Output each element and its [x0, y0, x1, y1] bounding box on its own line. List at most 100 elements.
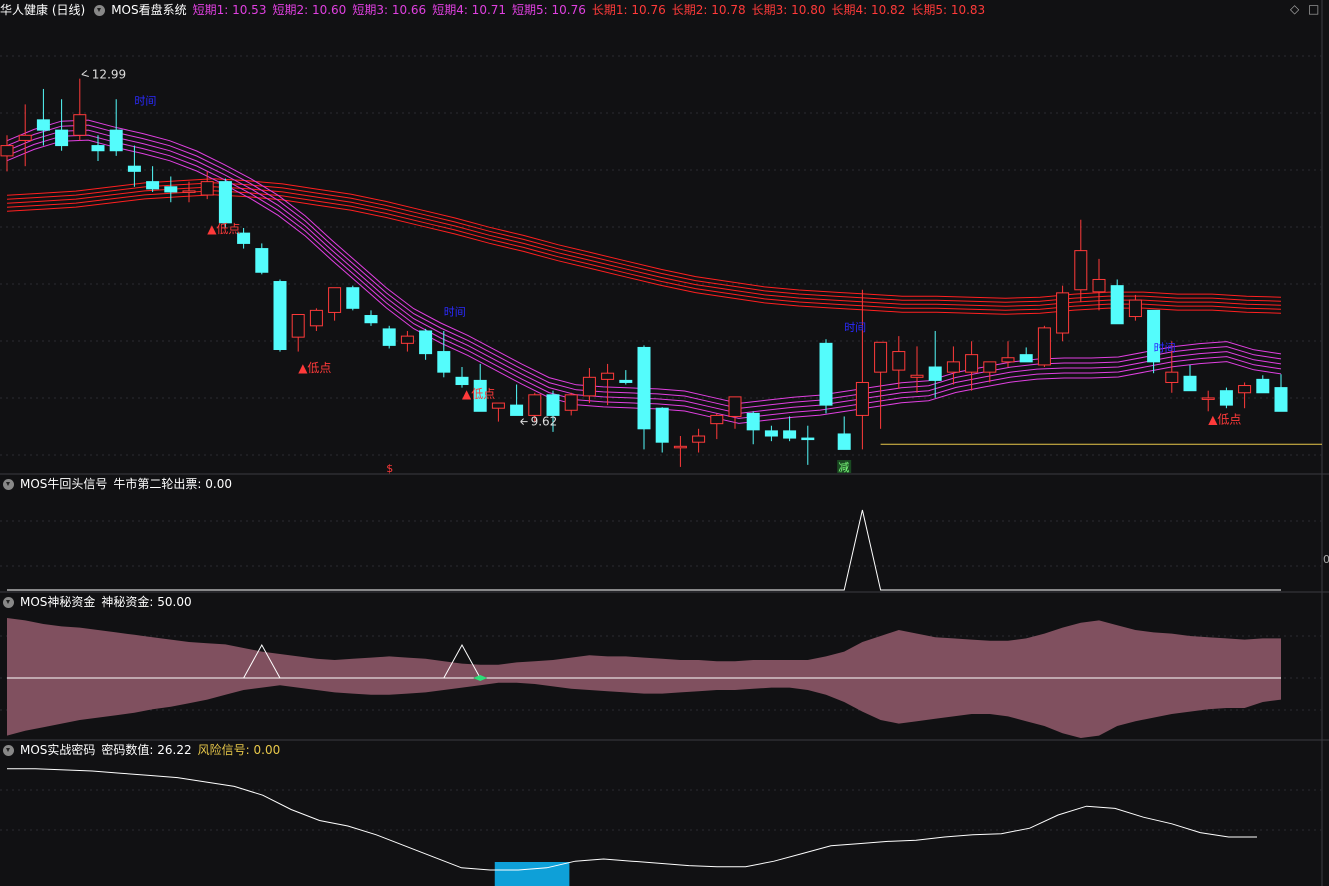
candle-up — [400, 335, 414, 344]
candle-up — [528, 394, 542, 416]
long-ma-line-3 — [6, 186, 1282, 307]
candle-down — [437, 351, 451, 373]
high-arrow-icon — [81, 70, 89, 78]
candle-up — [182, 190, 196, 193]
candle-down — [55, 129, 69, 147]
candle-down — [455, 376, 469, 386]
ma-value-4: 短期5: 10.76 — [512, 3, 586, 17]
ma-value-6: 长期2: 10.78 — [671, 3, 746, 17]
candle-up — [855, 381, 869, 416]
time-label: 时间 — [134, 94, 156, 107]
candle-down — [91, 145, 105, 152]
candle-down — [764, 430, 778, 437]
panel2-name: MOS牛回头信号 — [20, 477, 108, 491]
time-label: 时间 — [1154, 342, 1176, 355]
low-point-label: ▲低点 — [1208, 413, 1241, 427]
panel3-value: 神秘资金: 50.00 — [101, 595, 192, 609]
candle-down — [364, 315, 378, 324]
candle-down — [1019, 354, 1033, 363]
diamond-icon[interactable]: ◇ — [1290, 2, 1299, 16]
candle-up — [946, 361, 960, 373]
candle-down — [218, 181, 232, 224]
candle-down — [273, 281, 287, 351]
ma-value-3: 短期4: 10.71 — [432, 3, 507, 17]
candle-up — [1128, 299, 1142, 318]
chevron-down-icon[interactable] — [3, 596, 14, 608]
candle-up — [1001, 357, 1015, 363]
candle-down — [837, 433, 851, 450]
candle-down — [619, 379, 633, 383]
candle-up — [601, 372, 615, 380]
candle-up — [710, 414, 724, 425]
candle-up — [491, 402, 505, 409]
chevron-down-icon[interactable] — [94, 4, 106, 16]
time-label: 时间 — [444, 306, 466, 319]
s-marker: $ — [386, 462, 393, 475]
candle-down — [783, 430, 797, 439]
candle-down — [801, 437, 815, 441]
ma-value-8: 长期4: 10.82 — [831, 3, 906, 17]
candle-down — [928, 366, 942, 381]
candle-up — [328, 287, 342, 313]
candle-up — [673, 445, 687, 449]
chevron-down-icon[interactable] — [3, 478, 14, 490]
candle-down — [1256, 378, 1270, 394]
candle-down — [637, 346, 651, 430]
candle-up — [309, 309, 323, 327]
panel2-header: MOS牛回头信号 牛市第二轮出票: 0.00 — [0, 474, 238, 494]
candle-down — [1274, 387, 1288, 412]
candle-down — [510, 404, 524, 416]
candle-up — [965, 354, 979, 373]
low-price-label: 9.62 — [531, 415, 558, 429]
candle-down — [382, 328, 396, 346]
ma-values: 短期1: 10.53 短期2: 10.60 短期3: 10.66 短期4: 10.71… — [193, 0, 992, 20]
ma-value-2: 短期3: 10.66 — [352, 3, 427, 17]
candle-down — [146, 181, 160, 190]
panel4-risk: 风险信号: 0.00 — [197, 743, 281, 757]
candle-down — [1219, 390, 1233, 406]
candle-down — [746, 412, 760, 431]
code-value-line — [7, 768, 1257, 871]
low-point-label: ▲低点 — [298, 361, 331, 375]
candle-up — [983, 361, 997, 373]
high-price-label: 12.99 — [92, 68, 126, 82]
panel4-header: MOS实战密码 密码数值: 26.22 风险信号: 0.00 — [0, 740, 286, 760]
candle-down — [819, 342, 833, 406]
candle-down — [36, 119, 50, 131]
candle-down — [655, 407, 669, 443]
panel3-header: MOS神秘资金 神秘资金: 50.00 — [0, 592, 198, 612]
panel4-name: MOS实战密码 — [20, 743, 96, 757]
candle-up — [1037, 327, 1051, 366]
ma-value-0: 短期1: 10.53 — [192, 3, 267, 17]
candle-down — [127, 165, 141, 172]
candle-down — [164, 186, 178, 193]
ma-value-5: 长期1: 10.76 — [591, 3, 666, 17]
candle-down — [109, 129, 123, 152]
candle-up — [692, 435, 706, 443]
jian-marker: 减 — [838, 461, 849, 474]
candle-up — [1201, 397, 1215, 400]
panel2-value: 牛市第二轮出票: 0.00 — [113, 477, 232, 491]
candle-down — [419, 330, 433, 355]
candle-up — [200, 181, 214, 196]
candle-up — [910, 374, 924, 378]
ma-value-1: 短期2: 10.60 — [272, 3, 347, 17]
ma-value-9: 长期5: 10.83 — [911, 3, 986, 17]
square-icon[interactable]: □ — [1308, 2, 1319, 16]
candle-up — [564, 394, 578, 411]
stock-title: 华人健康 (日线) — [0, 3, 86, 17]
panel3-name: MOS神秘资金 — [20, 595, 96, 609]
candle-down — [1110, 285, 1124, 325]
low-point-label: ▲低点 — [207, 222, 240, 236]
panel4-value: 密码数值: 26.22 — [101, 743, 192, 757]
time-label: 时间 — [844, 321, 866, 334]
candle-down — [255, 248, 269, 273]
candle-down — [346, 287, 360, 309]
ma-value-7: 长期3: 10.80 — [751, 3, 826, 17]
main-header: 华人健康 (日线) MOS看盘系统 短期1: 10.53 短期2: 10.60 短期… — [0, 0, 997, 20]
long-ma-line-5 — [6, 194, 1282, 315]
chevron-down-icon[interactable] — [3, 744, 14, 756]
low-arrow-icon — [520, 418, 528, 425]
candle-up — [18, 134, 32, 141]
system-title: MOS看盘系统 — [111, 3, 187, 17]
